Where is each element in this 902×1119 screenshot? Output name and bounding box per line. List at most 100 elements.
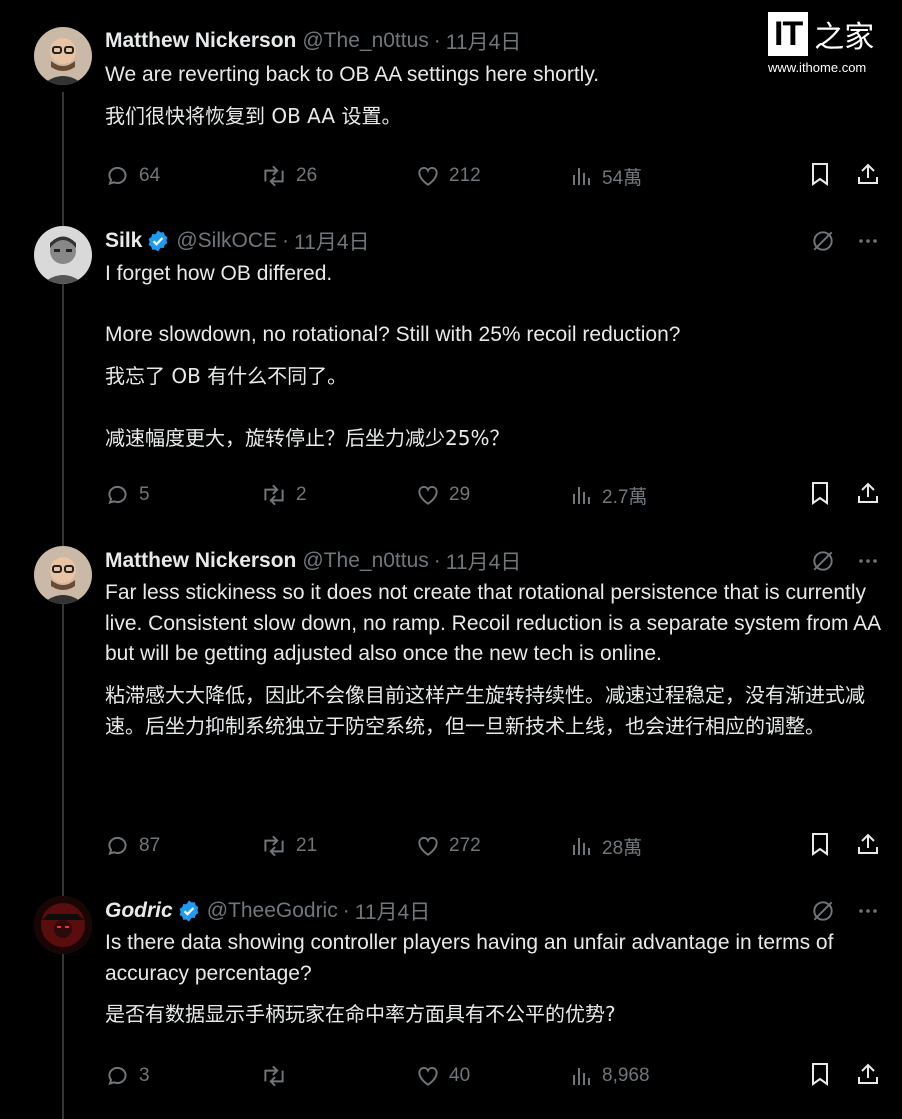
verified-badge-icon (177, 899, 201, 923)
tweet-text-zh: 是否有数据显示手柄玩家在命中率方面具有不公平的优势? (105, 1002, 616, 1026)
like-count: 29 (449, 484, 471, 505)
tweet-header: Godric @TheeGodric · 11月4日 (105, 896, 880, 926)
retweet-button[interactable]: 26 (260, 163, 415, 190)
handle[interactable]: @The_n0ttus (302, 29, 428, 53)
display-name[interactable]: Godric (105, 899, 173, 923)
reply-count: 87 (139, 835, 161, 856)
like-button[interactable]: 29 (415, 482, 570, 509)
verified-badge-icon (146, 229, 170, 253)
tweet[interactable]: Matthew Nickerson @The_n0ttus · 11月4日 Fa… (0, 530, 902, 880)
views-icon (570, 1064, 594, 1088)
bookmark-icon[interactable] (808, 1061, 832, 1092)
like-button[interactable]: 272 (415, 833, 570, 860)
tweet-text-en: Is there data showing controller players… (105, 931, 840, 985)
reply-button[interactable]: 5 (105, 482, 260, 509)
tweet-header: Silk @SilkOCE · 11月4日 (105, 226, 880, 256)
heart-icon (415, 163, 441, 189)
more-icon[interactable] (856, 549, 880, 573)
views-button[interactable]: 28萬 (570, 833, 725, 860)
tweet-text-en: We are reverting back to OB AA settings … (105, 63, 600, 86)
bookmark-icon[interactable] (808, 831, 832, 862)
like-count: 272 (449, 835, 481, 856)
views-button[interactable]: 8,968 (570, 1063, 725, 1089)
retweet-count: 2 (296, 484, 307, 505)
bookmark-icon[interactable] (808, 161, 832, 192)
reply-button[interactable]: 64 (105, 163, 260, 190)
tweet-header: Matthew Nickerson @The_n0ttus · 11月4日 (105, 546, 880, 576)
retweet-button[interactable]: 21 (260, 833, 415, 860)
avatar[interactable] (34, 27, 92, 85)
avatar[interactable] (34, 896, 92, 954)
reply-count: 64 (139, 165, 161, 186)
reply-icon (105, 833, 131, 859)
retweet-count: 21 (296, 835, 318, 856)
separator: · (282, 229, 290, 252)
action-bar: 5 2 29 2.7萬 (105, 480, 880, 510)
tweet[interactable]: Godric @TheeGodric · 11月4日 Is there data… (0, 880, 902, 1119)
handle[interactable]: @The_n0ttus (302, 549, 428, 573)
share-icon[interactable] (856, 1061, 880, 1092)
tweet-text-en: I forget how OB differed. More slowdown,… (105, 262, 681, 346)
timestamp[interactable]: 11月4日 (294, 226, 369, 256)
more-icon[interactable] (856, 899, 880, 923)
retweet-icon (260, 833, 288, 859)
tweet-text-en: Far less stickiness so it does not creat… (105, 581, 886, 665)
handle[interactable]: @SilkOCE (176, 229, 277, 253)
reply-button[interactable]: 3 (105, 1063, 260, 1089)
tweet-text-zh: 粘滞感大大降低，因此不会像目前这样产生旋转持续性。减速过程稳定，没有渐进式减速。… (105, 682, 865, 738)
view-count: 2.7萬 (602, 486, 648, 508)
retweet-icon (260, 1063, 288, 1089)
tweet-text-zh: 我忘了 OB 有什么不同了。 减速幅度更大，旋转停止？后坐力减少25%？ (105, 363, 510, 450)
retweet-icon (260, 163, 288, 189)
reply-button[interactable]: 87 (105, 833, 260, 860)
like-count: 212 (449, 165, 481, 186)
separator: · (433, 29, 441, 52)
view-count: 54萬 (602, 167, 643, 189)
bookmark-icon[interactable] (808, 480, 832, 511)
action-bar: 64 26 212 54萬 (105, 161, 880, 191)
timestamp[interactable]: 11月4日 (355, 896, 430, 926)
grok-icon[interactable] (810, 228, 836, 254)
display-name[interactable]: Matthew Nickerson (105, 29, 296, 53)
reply-icon (105, 1063, 131, 1089)
more-icon[interactable] (856, 229, 880, 253)
heart-icon (415, 1063, 441, 1089)
tweet-header: Matthew Nickerson @The_n0ttus · 11月4日 (105, 26, 880, 56)
separator: · (342, 899, 350, 922)
share-icon[interactable] (856, 161, 880, 192)
avatar[interactable] (34, 546, 92, 604)
view-count: 28萬 (602, 837, 643, 859)
timestamp[interactable]: 11月4日 (446, 546, 521, 576)
like-button[interactable]: 212 (415, 163, 570, 190)
retweet-button[interactable] (260, 1063, 415, 1089)
tweet[interactable]: Silk @SilkOCE · 11月4日 I forget how OB di… (0, 210, 902, 530)
share-icon[interactable] (856, 831, 880, 862)
action-bar: 87 21 272 28萬 (105, 831, 880, 861)
action-bar: 3 40 8,968 (105, 1061, 880, 1091)
like-button[interactable]: 40 (415, 1063, 570, 1089)
tweet[interactable]: Matthew Nickerson @The_n0ttus · 11月4日 We… (0, 0, 902, 210)
retweet-icon (260, 482, 288, 508)
views-icon (570, 164, 594, 188)
grok-icon[interactable] (810, 898, 836, 924)
reply-count: 3 (139, 1065, 150, 1086)
retweet-button[interactable]: 2 (260, 482, 415, 509)
handle[interactable]: @TheeGodric (207, 899, 338, 923)
heart-icon (415, 482, 441, 508)
like-count: 40 (449, 1065, 471, 1086)
separator: · (433, 549, 441, 572)
display-name[interactable]: Matthew Nickerson (105, 549, 296, 573)
heart-icon (415, 833, 441, 859)
views-button[interactable]: 2.7萬 (570, 482, 725, 509)
timestamp[interactable]: 11月4日 (446, 26, 521, 56)
views-icon (570, 834, 594, 858)
share-icon[interactable] (856, 480, 880, 511)
tweet-text-zh: 我们很快将恢复到 OB AA 设置。 (105, 103, 402, 128)
display-name[interactable]: Silk (105, 229, 142, 253)
view-count: 8,968 (602, 1065, 650, 1086)
avatar[interactable] (34, 226, 92, 284)
grok-icon[interactable] (810, 548, 836, 574)
retweet-count: 26 (296, 165, 318, 186)
reply-count: 5 (139, 484, 150, 505)
views-button[interactable]: 54萬 (570, 163, 725, 190)
